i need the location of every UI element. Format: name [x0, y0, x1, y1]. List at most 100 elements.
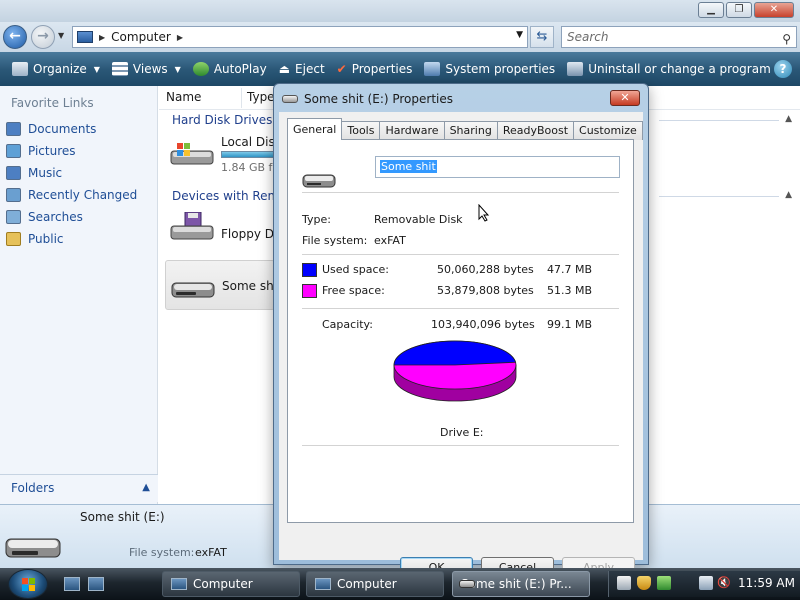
maximize-button[interactable]: ❐: [726, 2, 752, 18]
organize-button[interactable]: Organize ▼: [6, 62, 106, 76]
organize-icon: [12, 62, 28, 76]
close-button[interactable]: ✕: [754, 2, 794, 18]
free-space-label: Free space:: [322, 284, 385, 297]
breadcrumb-computer[interactable]: Computer: [111, 30, 171, 44]
connection-icon[interactable]: [699, 576, 713, 590]
autoplay-button[interactable]: AutoPlay: [187, 62, 273, 76]
start-button[interactable]: [8, 569, 48, 599]
dialog-title: Some shit (E:) Properties: [304, 92, 454, 106]
checkmark-icon: ✔: [336, 62, 347, 76]
file-system-value: exFAT: [374, 234, 406, 247]
file-system-label: File system:: [302, 234, 368, 247]
removable-drive-icon: [302, 174, 336, 188]
free-space-swatch: [302, 284, 317, 298]
command-toolbar: Organize ▼ Views ▼ AutoPlay ⏏ Eject ✔ Pr…: [0, 52, 800, 86]
help-icon[interactable]: ?: [774, 60, 792, 78]
drive-letter-label: Drive E:: [440, 426, 484, 439]
favorite-links-list: Documents Pictures Music Recently Change…: [6, 118, 137, 250]
floppy-drive-icon: [170, 212, 214, 240]
chevron-up-icon: ▲: [142, 482, 150, 493]
switch-windows-icon[interactable]: [88, 577, 104, 591]
removable-drive-icon: [5, 538, 61, 558]
used-space-swatch: [302, 263, 317, 277]
mouse-cursor-icon: [478, 204, 490, 222]
address-dropdown-icon[interactable]: ▼: [516, 30, 523, 40]
favorite-link-searches[interactable]: Searches: [6, 206, 137, 228]
drive-floppy[interactable]: Floppy Di: [165, 208, 277, 258]
computer-icon: [77, 31, 93, 43]
breadcrumb-chevron-icon[interactable]: ▶: [177, 33, 183, 42]
taskbar-item-properties[interactable]: Some shit (E:) Pr...: [452, 571, 590, 597]
back-button[interactable]: ←: [3, 25, 27, 49]
search-icon[interactable]: ⚲: [782, 29, 791, 49]
drive-usage-bar: [221, 151, 281, 158]
eject-button[interactable]: ⏏ Eject: [273, 62, 331, 76]
recent-icon: [6, 188, 21, 202]
window-controls: ▁ ❐ ✕: [698, 2, 794, 18]
security-shield-icon[interactable]: [637, 576, 651, 590]
network-icon[interactable]: [617, 576, 631, 590]
favorite-link-recently-changed[interactable]: Recently Changed: [6, 184, 137, 206]
group-divider: [659, 120, 779, 121]
volume-label-input[interactable]: Some shit: [375, 156, 620, 178]
tab-strip: General Tools Hardware Sharing ReadyBoos…: [287, 118, 643, 140]
divider: [302, 192, 619, 193]
favorite-link-public[interactable]: Public: [6, 228, 137, 250]
show-desktop-icon[interactable]: [64, 577, 80, 591]
capacity-bytes: 103,940,096 bytes: [431, 318, 535, 331]
eject-label: Eject: [295, 62, 325, 76]
search-placeholder: Search: [567, 30, 609, 44]
type-value: Removable Disk: [374, 213, 463, 226]
divider: [302, 308, 619, 309]
drive-free-space: 1.84 GB fr: [221, 161, 277, 174]
group-hard-disk-drives[interactable]: Hard Disk Drives (1: [172, 113, 289, 127]
column-header-type[interactable]: Type: [247, 90, 275, 104]
hard-drive-icon: [170, 143, 214, 165]
column-divider[interactable]: [241, 88, 242, 108]
search-input[interactable]: Search ⚲: [561, 26, 797, 48]
properties-button[interactable]: ✔ Properties: [331, 62, 419, 76]
search-folder-icon: [6, 210, 21, 224]
clock[interactable]: 11:59 AM: [738, 576, 795, 590]
taskbar-item-computer[interactable]: Computer: [162, 571, 300, 597]
properties-dialog: Some shit (E:) Properties ✕ General Tool…: [273, 83, 649, 578]
chevron-up-icon[interactable]: ▲: [785, 190, 792, 200]
minimize-button[interactable]: ▁: [698, 2, 724, 18]
favorite-link-documents[interactable]: Documents: [6, 118, 137, 140]
recent-pages-dropdown[interactable]: ▼: [58, 31, 64, 40]
forward-button[interactable]: →: [31, 25, 55, 49]
tab-hardware[interactable]: Hardware: [379, 121, 445, 140]
system-properties-button[interactable]: System properties: [418, 62, 561, 76]
address-bar[interactable]: ▶ Computer ▶ ▼: [72, 26, 528, 48]
free-space-bytes: 53,879,808 bytes: [437, 284, 534, 297]
system-properties-label: System properties: [445, 62, 556, 76]
pie-used-slice: [393, 340, 517, 366]
views-button[interactable]: Views ▼: [106, 62, 187, 76]
tab-sharing[interactable]: Sharing: [443, 121, 498, 140]
breadcrumb-chevron-icon[interactable]: ▶: [99, 33, 105, 42]
favorite-link-pictures[interactable]: Pictures: [6, 140, 137, 162]
refresh-button[interactable]: ⇆: [530, 26, 554, 48]
chevron-up-icon[interactable]: ▲: [785, 114, 792, 124]
drive-local-disk[interactable]: Local Disk 1.84 GB fr: [165, 131, 282, 181]
column-header-name[interactable]: Name: [166, 90, 201, 104]
group-removable-storage[interactable]: Devices with Remo: [172, 189, 287, 203]
uninstall-program-button[interactable]: Uninstall or change a program: [561, 62, 777, 76]
folders-toggle[interactable]: Folders ▲: [0, 474, 158, 502]
properties-label: Properties: [351, 62, 413, 76]
documents-icon: [6, 122, 21, 136]
used-space-bytes: 50,060,288 bytes: [437, 263, 534, 276]
taskbar-item-computer[interactable]: Computer: [306, 571, 444, 597]
tab-general[interactable]: General: [287, 118, 343, 140]
tab-tools[interactable]: Tools: [341, 121, 381, 140]
safely-remove-icon[interactable]: [657, 576, 671, 590]
programs-icon: [567, 62, 584, 76]
volume-muted-icon[interactable]: 🔇: [717, 576, 731, 590]
tab-readyboost[interactable]: ReadyBoost: [496, 121, 575, 140]
dialog-close-button[interactable]: ✕: [610, 90, 640, 106]
drive-some-shit[interactable]: Some shit: [165, 260, 282, 310]
favorite-link-label: Documents: [28, 122, 97, 136]
tab-customize[interactable]: Customize: [573, 121, 643, 140]
removable-drive-icon: [282, 95, 298, 103]
favorite-link-music[interactable]: Music: [6, 162, 137, 184]
